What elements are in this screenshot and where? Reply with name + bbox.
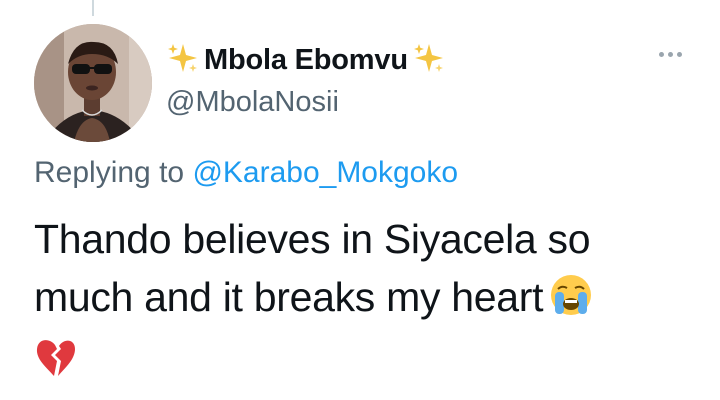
display-name[interactable]: Mbola Ebomvu: [204, 44, 408, 77]
tweet-header: Mbola Ebomvu @MbolaNosii: [166, 40, 446, 119]
name-row: Mbola Ebomvu: [166, 40, 446, 80]
more-dot: [668, 52, 673, 57]
reply-to-link[interactable]: @Karabo_Mokgoko: [192, 156, 458, 189]
more-dot: [659, 52, 664, 57]
tweet-text-line: Thando believes in Siyacela so: [34, 216, 591, 262]
more-dot: [677, 52, 682, 57]
loudly-crying-face-icon: [549, 273, 593, 332]
reply-prefix: Replying to: [34, 156, 185, 189]
sparkles-icon: [412, 41, 446, 80]
broken-heart-icon: [34, 336, 694, 394]
more-options-icon[interactable]: [659, 52, 682, 57]
avatar[interactable]: [34, 24, 152, 142]
thread-connector-line: [92, 0, 94, 16]
replying-to: Replying to @Karabo_Mokgoko: [34, 156, 458, 190]
tweet-text: Thando believes in Siyacela so much and …: [34, 210, 694, 394]
sparkles-icon: [166, 41, 200, 80]
tweet-text-line: much and it breaks my heart: [34, 274, 544, 320]
user-handle[interactable]: @MbolaNosii: [166, 86, 446, 119]
tweet-text-line-with-emoji: much and it breaks my heart: [34, 268, 694, 332]
